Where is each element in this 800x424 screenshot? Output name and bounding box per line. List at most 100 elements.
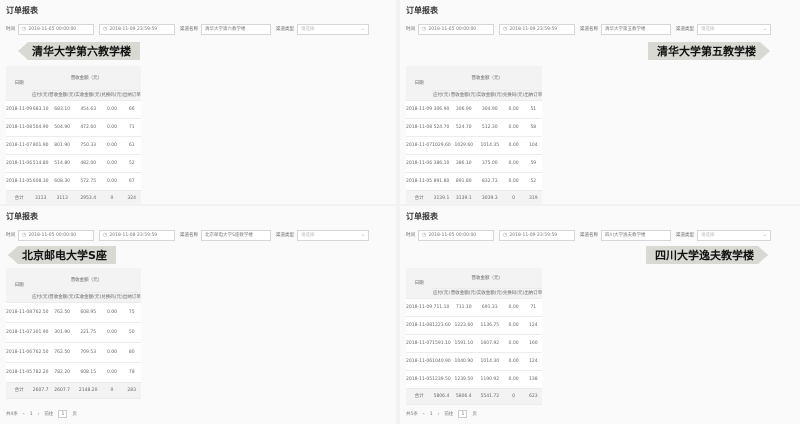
report-panel-4: 订单报表 时间 ◷ 2018-11-05 00:00:00 ◷ 2018-11-09…	[400, 206, 800, 424]
current-page[interactable]: 1	[30, 412, 33, 417]
end-date-picker[interactable]: ◷ 2018-11-09 23:59:59	[499, 23, 575, 35]
channel-type-label: 渠道类型	[276, 233, 294, 238]
filter-bar: 时间 ◷ 2018-11-05 00:00:00 ◷ 2018-11-08 23:5…	[6, 228, 390, 242]
end-date-picker[interactable]: ◷ 2018-11-09 23:59:59	[499, 229, 575, 241]
total-cell: 2607.7	[32, 382, 50, 399]
cell: 375.00	[476, 154, 503, 173]
cell: 71	[122, 118, 141, 137]
channel-name-value: 清华大学第六教学楼	[205, 27, 246, 32]
cell: 750.33	[75, 136, 102, 155]
channel-name-input[interactable]: 四川大学逸夫教学楼	[601, 229, 671, 241]
start-date-picker[interactable]: ◷ 2018-11-05 00:00:00	[418, 23, 494, 35]
column-header: 兑换码(元)	[101, 90, 123, 101]
date-cell: 2018-11-09	[406, 100, 433, 119]
cell: 160	[524, 334, 543, 353]
table-row: 2018-11-07 301.90 301.90 221.75 0.00 50	[6, 322, 141, 343]
date-cell: 2018-11-06	[406, 352, 433, 371]
date-cell: 2018-11-09	[406, 298, 433, 317]
column-header: 兑换码(元)	[502, 288, 525, 299]
cell: 80	[122, 342, 141, 363]
calendar-icon: ◷	[422, 26, 427, 32]
cell: 75	[122, 302, 141, 323]
date-cell: 2018-11-05	[6, 172, 33, 191]
start-date-picker[interactable]: ◷ 2018-11-05 00:00:00	[418, 229, 494, 241]
total-cell: 3039.3	[476, 190, 503, 204]
channel-type-select[interactable]: 请选择 ⌄	[697, 229, 771, 241]
channel-type-select[interactable]: 请选择 ⌄	[297, 229, 369, 241]
channel-name-label: 渠道名称	[180, 233, 198, 238]
goto-label: 前往	[44, 412, 54, 417]
end-date-picker[interactable]: ◷ 2018-11-08 23:59:59	[99, 229, 175, 241]
date-cell: 2018-11-05	[6, 362, 33, 383]
calendar-icon: ◷	[22, 232, 27, 238]
collage: 订单报表 时间 ◷ 2018-11-05 00:00:00 ◷ 2018-11-09…	[0, 0, 800, 424]
cell: 1040.90	[450, 352, 477, 371]
start-date-picker[interactable]: ◷ 2018-11-05 00:00:00	[18, 23, 94, 35]
table-row: 2018-11-07 1591.10 1591.10 1607.92 0.00 160	[406, 334, 543, 353]
goto-label: 前往	[444, 412, 454, 417]
total-cell: 2148.20	[75, 382, 102, 399]
table-row: 2018-11-06 386.10 386.10 375.00 0.00 59	[406, 154, 543, 173]
date-column-header: 日期	[6, 268, 33, 303]
page-title: 订单报表	[406, 212, 438, 221]
total-cell: 3139.1	[432, 190, 451, 204]
channel-name-value: 清华大学第五教学楼	[605, 27, 646, 32]
cell: 0.00	[502, 316, 525, 335]
date-cell: 2018-11-06	[406, 154, 433, 173]
cell: 124	[524, 352, 543, 371]
cell: 0.00	[502, 172, 525, 191]
cell: 52	[524, 172, 543, 191]
cell: 608.30	[32, 172, 50, 191]
cell: 61	[122, 136, 141, 155]
table-row: 2018-11-06 762.50 762.50 709.53 0.00 80	[6, 342, 141, 363]
cell: 124	[524, 316, 543, 335]
channel-name-input[interactable]: 北京邮电大学S座教学楼	[201, 229, 271, 241]
total-cell: 0	[502, 190, 525, 204]
cell: 482.00	[75, 154, 102, 173]
cell: 1190.92	[476, 370, 503, 389]
cell: 782.20	[32, 362, 50, 383]
next-page-icon[interactable]: ›	[438, 412, 440, 417]
goto-page-input[interactable]: 1	[58, 410, 68, 418]
channel-type-select[interactable]: 请选择 ⌄	[297, 23, 369, 35]
cell: 0.00	[101, 322, 123, 343]
channel-name-input[interactable]: 清华大学第六教学楼	[201, 23, 271, 35]
cell: 1040.90	[432, 352, 451, 371]
channel-type-placeholder: 请选择	[701, 27, 715, 32]
cell: 0.00	[101, 136, 123, 155]
total-row: 合计 2607.7 2607.7 2148.20 0 283	[6, 382, 141, 399]
channel-type-select[interactable]: 请选择 ⌄	[697, 23, 771, 35]
cell: 301.90	[32, 322, 50, 343]
table-row: 2018-11-06 514.80 514.80 482.00 0.00 52	[6, 154, 141, 173]
total-label: 合计	[6, 382, 33, 399]
cell: 1591.10	[432, 334, 451, 353]
prev-page-icon[interactable]: ‹	[423, 412, 425, 417]
total-cell: 324	[122, 190, 141, 204]
cell: 504.90	[32, 118, 50, 137]
table-row: 2018-11-08 504.90 504.90 472.60 0.00 71	[6, 118, 141, 137]
cell: 832.73	[476, 172, 503, 191]
prev-page-icon[interactable]: ‹	[23, 412, 25, 417]
channel-name-input[interactable]: 清华大学第五教学楼	[601, 23, 671, 35]
date-column-header: 日期	[406, 268, 433, 299]
cell: 683.10	[32, 100, 50, 119]
revenue-group-header: 营收金额（元）	[32, 66, 141, 91]
column-header: 营收金额(元)	[450, 288, 477, 299]
start-date-value: 2018-11-05 00:00:00	[28, 232, 77, 238]
start-date-picker[interactable]: ◷ 2018-11-05 00:00:00	[18, 229, 94, 241]
location-banner: 四川大学逸夫教学楼	[646, 246, 768, 264]
cell: 608.95	[75, 302, 102, 323]
end-date-value: 2018-11-09 23:59:59	[509, 232, 558, 238]
date-cell: 2018-11-05	[406, 172, 433, 191]
current-page[interactable]: 1	[430, 412, 433, 417]
date-cell: 2018-11-05	[406, 370, 433, 389]
cell: 59	[524, 154, 543, 173]
cell: 1014.35	[476, 136, 503, 155]
pagination: 共5条 ‹ 1 › 前往 1 页	[406, 410, 482, 418]
location-banner: 北京邮电大学S座	[8, 246, 116, 264]
cell: 52	[122, 154, 141, 173]
goto-page-input[interactable]: 1	[458, 410, 468, 418]
end-date-picker[interactable]: ◷ 2018-11-09 23:59:59	[99, 23, 175, 35]
next-page-icon[interactable]: ›	[38, 412, 40, 417]
channel-type-placeholder: 请选择	[301, 233, 315, 238]
